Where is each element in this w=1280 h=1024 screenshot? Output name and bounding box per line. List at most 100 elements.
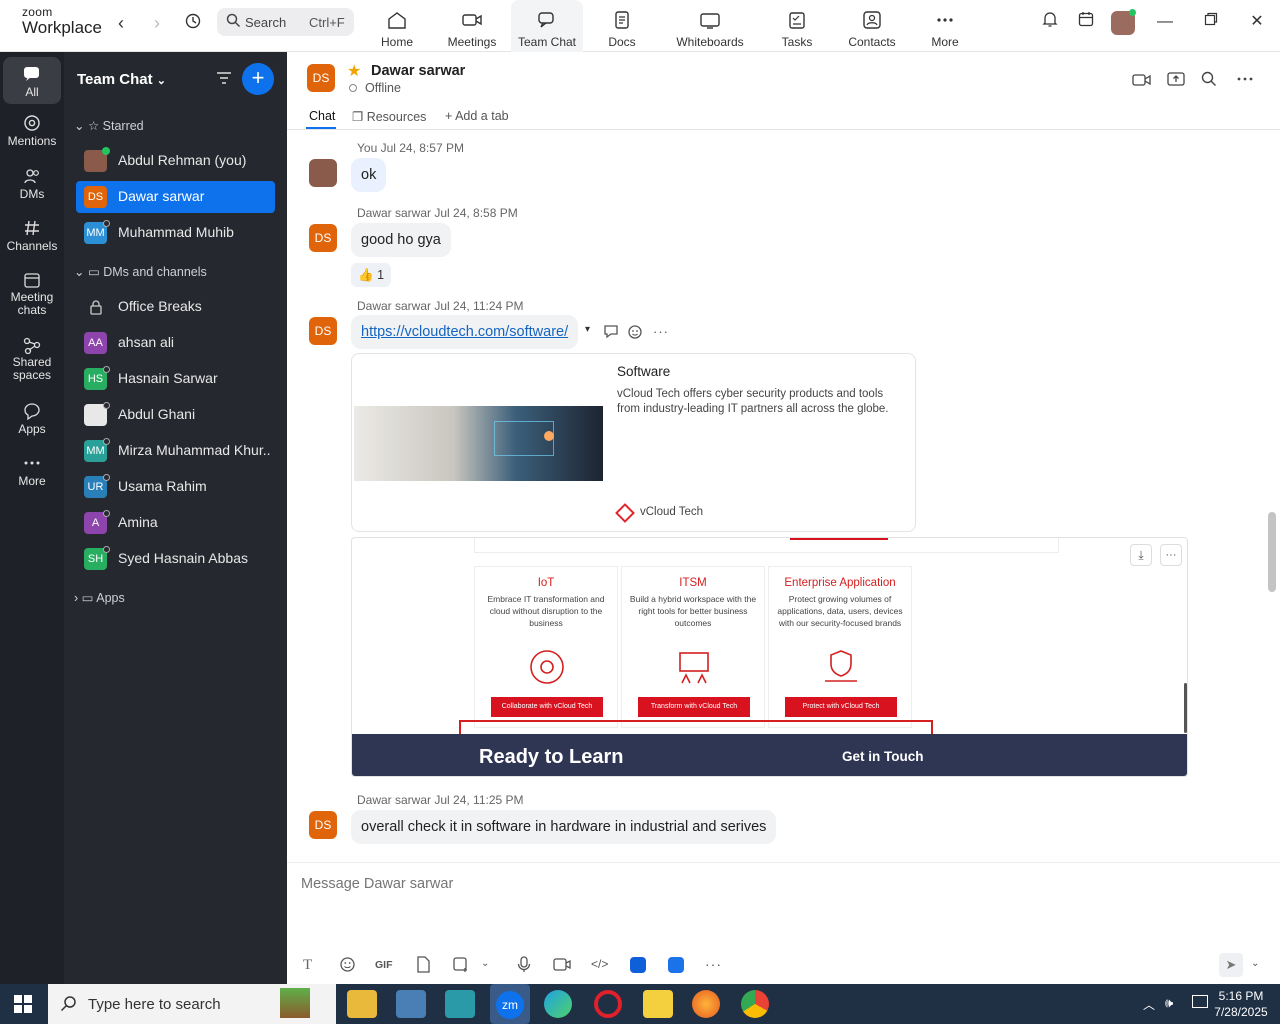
app-icon-2[interactable] bbox=[445, 990, 475, 1018]
sidebar-item-office-breaks[interactable]: Office Breaks bbox=[76, 291, 275, 323]
search-box[interactable]: Search Ctrl+F bbox=[217, 8, 354, 36]
tab-home[interactable]: Home bbox=[359, 0, 435, 52]
calendar-icon[interactable] bbox=[1072, 10, 1100, 34]
more-options-icon[interactable] bbox=[1237, 71, 1253, 92]
volume-icon[interactable]: 🕪 bbox=[1165, 995, 1173, 1011]
sidebar-item-abdul-ghani[interactable]: Abdul Ghani bbox=[76, 399, 275, 431]
chevron-down-icon[interactable]: ⌄ bbox=[1251, 958, 1259, 969]
tab-more[interactable]: More bbox=[907, 0, 983, 52]
tab-team-chat[interactable]: Team Chat bbox=[511, 0, 583, 52]
sidebar-item-ahsan-ali[interactable]: AA ahsan ali bbox=[76, 327, 275, 359]
tab-docs[interactable]: Docs bbox=[584, 0, 660, 52]
chat-scrollbar[interactable] bbox=[1268, 512, 1276, 592]
tab-tasks[interactable]: Tasks bbox=[759, 0, 835, 52]
taskbar-search[interactable]: Type here to search bbox=[48, 984, 336, 1024]
tab-resources[interactable]: ❐ Resources bbox=[352, 109, 426, 124]
message-bubble[interactable]: overall check it in software in hardware… bbox=[351, 810, 777, 844]
link-preview-card[interactable]: Software vCloud Tech offers cyber securi… bbox=[351, 353, 916, 532]
minimize-icon[interactable]: — bbox=[1151, 10, 1179, 34]
send-icon[interactable]: ➤ bbox=[1219, 953, 1243, 977]
rail-meeting-chats[interactable]: Meeting chats bbox=[0, 271, 64, 317]
chrome-icon[interactable] bbox=[741, 990, 769, 1018]
sidebar-item-amina[interactable]: A Amina bbox=[76, 507, 275, 539]
code-snippet-icon[interactable]: </> bbox=[591, 957, 608, 971]
sidebar-item-usama-rahim[interactable]: UR Usama Rahim bbox=[76, 471, 275, 503]
more-options-icon[interactable]: ··· bbox=[1160, 544, 1182, 566]
message-input[interactable] bbox=[301, 871, 1201, 897]
rail-apps[interactable]: Apps bbox=[0, 402, 64, 436]
sidebar-item-mirza-muhammad[interactable]: MM Mirza Muhammad Khur... bbox=[76, 435, 275, 467]
network-icon[interactable] bbox=[1192, 995, 1208, 1008]
tab-whiteboards[interactable]: Whiteboards bbox=[666, 0, 754, 52]
notifications-bell-icon[interactable] bbox=[1036, 10, 1064, 34]
hash-icon bbox=[25, 220, 39, 236]
microphone-icon[interactable] bbox=[517, 956, 531, 978]
image-attachment[interactable]: IoT Embrace IT transformation and cloud … bbox=[351, 537, 1188, 777]
contact-name[interactable]: Dawar sarwar bbox=[371, 63, 465, 79]
sidebar-item-abdul-rehman[interactable]: Abdul Rehman (you) bbox=[76, 145, 275, 177]
rail-channels[interactable]: Channels bbox=[0, 219, 64, 253]
download-icon[interactable]: ⤓ bbox=[1130, 544, 1152, 566]
forward-arrow-icon[interactable]: › bbox=[146, 12, 168, 34]
rail-dms[interactable]: DMs bbox=[0, 167, 64, 201]
message-bubble[interactable]: ok bbox=[351, 158, 387, 192]
share-screen-icon[interactable] bbox=[1167, 71, 1185, 92]
sticky-notes-icon[interactable] bbox=[643, 990, 673, 1018]
rail-all[interactable]: All bbox=[3, 57, 61, 104]
contact-avatar[interactable]: DS bbox=[307, 64, 335, 92]
tab-contacts[interactable]: Contacts bbox=[834, 0, 910, 52]
sidebar-item-hasnain-sarwar[interactable]: HS Hasnain Sarwar bbox=[76, 363, 275, 395]
message-bubble[interactable]: good ho gya bbox=[351, 223, 451, 257]
tasks-icon bbox=[789, 12, 805, 29]
rail-mentions[interactable]: Mentions bbox=[0, 114, 64, 148]
more-options-icon[interactable]: ··· bbox=[653, 324, 669, 339]
search-icon[interactable] bbox=[1201, 71, 1217, 92]
apps-section-header[interactable]: › ▭ Apps bbox=[74, 590, 125, 605]
add-tab-button[interactable]: + Add a tab bbox=[445, 109, 509, 123]
screenshot-icon[interactable] bbox=[452, 956, 469, 978]
gif-button[interactable]: GIF bbox=[375, 959, 393, 971]
video-call-icon[interactable] bbox=[1132, 72, 1152, 93]
service-card-itsm: ITSM Build a hybrid workspace with the r… bbox=[621, 566, 765, 728]
maximize-icon[interactable] bbox=[1197, 10, 1225, 34]
tab-meetings[interactable]: Meetings bbox=[434, 0, 510, 52]
starred-section-header[interactable]: ⌄ ☆ Starred bbox=[74, 118, 144, 133]
history-icon[interactable] bbox=[182, 12, 204, 34]
sidebar-item-muhammad-muhib[interactable]: MM Muhammad Muhib bbox=[76, 217, 275, 249]
filter-icon[interactable] bbox=[215, 70, 233, 91]
sidebar-item-syed-hasnain-abbas[interactable]: SH Syed Hasnain Abbas bbox=[76, 543, 275, 575]
rail-more[interactable]: More bbox=[0, 454, 64, 488]
zoom-taskbar-icon[interactable]: zm bbox=[490, 984, 530, 1024]
sidebar-item-dawar-sarwar[interactable]: DS Dawar sarwar bbox=[76, 181, 275, 213]
chevron-down-icon[interactable]: ⌄ bbox=[481, 958, 489, 969]
sidebar-title[interactable]: Team Chat ⌄ bbox=[77, 71, 166, 88]
attachment-scrollbar[interactable] bbox=[1184, 683, 1187, 733]
app-icon[interactable] bbox=[396, 990, 426, 1018]
message-link[interactable]: https://vcloudtech.com/software/ bbox=[351, 315, 579, 349]
app-shortcut-icon[interactable] bbox=[630, 957, 646, 973]
tray-chevron-icon[interactable]: ︿ bbox=[1143, 996, 1155, 1013]
edge-icon[interactable] bbox=[544, 990, 572, 1018]
video-message-icon[interactable] bbox=[553, 957, 571, 977]
system-clock[interactable]: 5:16 PM 7/28/2025 bbox=[1212, 988, 1270, 1020]
tab-chat[interactable]: Chat bbox=[309, 109, 335, 123]
rail-shared-spaces[interactable]: Shared spaces bbox=[0, 336, 64, 382]
format-text-icon[interactable]: T bbox=[303, 957, 312, 974]
dms-section-header[interactable]: ⌄ ▭ DMs and channels bbox=[74, 264, 207, 279]
new-chat-button[interactable]: + bbox=[242, 63, 274, 95]
close-icon[interactable]: ✕ bbox=[1243, 10, 1271, 34]
firefox-icon[interactable] bbox=[692, 990, 720, 1018]
app-shortcut-icon-2[interactable] bbox=[668, 957, 684, 973]
emoji-icon[interactable] bbox=[339, 956, 356, 978]
windows-start-icon[interactable] bbox=[14, 995, 32, 1018]
chevron-down-icon[interactable]: ▾ bbox=[585, 324, 590, 335]
emoji-reaction-icon[interactable] bbox=[627, 323, 644, 345]
star-icon[interactable]: ★ bbox=[347, 61, 361, 81]
more-options-icon[interactable]: ··· bbox=[705, 956, 722, 972]
file-explorer-icon[interactable] bbox=[347, 990, 377, 1018]
opera-icon[interactable] bbox=[594, 990, 622, 1018]
back-arrow-icon[interactable]: ‹ bbox=[110, 12, 132, 34]
file-icon[interactable] bbox=[416, 956, 430, 978]
reply-icon[interactable] bbox=[603, 323, 621, 344]
reaction-chip[interactable]: 👍 1 bbox=[351, 263, 392, 287]
